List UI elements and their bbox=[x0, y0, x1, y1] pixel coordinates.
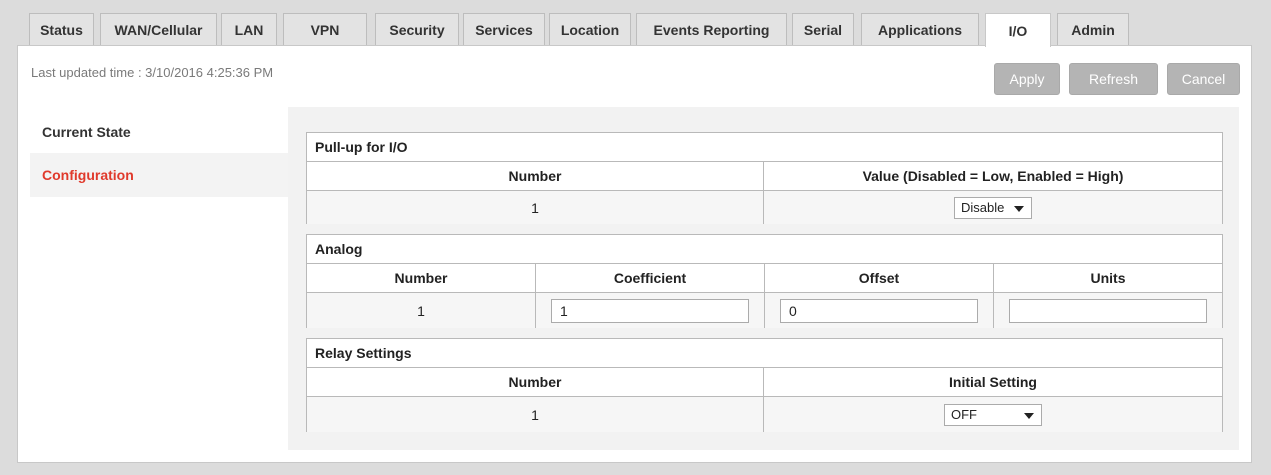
analog-offset-cell: 0 bbox=[765, 293, 994, 328]
analog-units-cell bbox=[994, 293, 1222, 328]
col-header-number: Number bbox=[307, 162, 764, 190]
pullup-value-select[interactable]: Disable bbox=[954, 196, 1032, 219]
sidebar-item-current-state[interactable]: Current State bbox=[30, 111, 288, 153]
apply-button[interactable]: Apply bbox=[994, 63, 1060, 95]
sidebar-item-configuration[interactable]: Configuration bbox=[30, 153, 288, 197]
tab-events-reporting[interactable]: Events Reporting bbox=[636, 13, 787, 45]
pullup-number-cell: 1 bbox=[307, 191, 764, 224]
relay-initial-selected: OFF bbox=[951, 407, 977, 422]
tab-serial[interactable]: Serial bbox=[792, 13, 854, 45]
col-header-coefficient: Coefficient bbox=[536, 264, 765, 292]
table-row: 1 OFF bbox=[307, 397, 1222, 432]
last-updated-text: Last updated time : 3/10/2016 4:25:36 PM bbox=[31, 65, 274, 80]
tab-applications[interactable]: Applications bbox=[861, 13, 979, 45]
analog-number-cell: 1 bbox=[307, 293, 536, 328]
col-header-number: Number bbox=[307, 264, 536, 292]
col-header-offset: Offset bbox=[765, 264, 994, 292]
units-input[interactable] bbox=[1009, 298, 1207, 323]
main-panel: Last updated time : 3/10/2016 4:25:36 PM… bbox=[17, 45, 1252, 463]
relay-initial-select[interactable]: OFF bbox=[944, 403, 1042, 426]
col-header-initial-setting: Initial Setting bbox=[949, 374, 1037, 390]
tab-location[interactable]: Location bbox=[549, 13, 631, 45]
table-row: 1 1 0 bbox=[307, 293, 1222, 328]
cancel-button[interactable]: Cancel bbox=[1167, 63, 1240, 95]
chevron-down-icon bbox=[1014, 205, 1024, 212]
table-header-row: Number Coefficient Offset Units bbox=[307, 264, 1222, 293]
tab-lan[interactable]: LAN bbox=[221, 13, 277, 45]
pullup-title: Pull-up for I/O bbox=[307, 133, 1222, 162]
pullup-section: Pull-up for I/O Number Value (Disabled =… bbox=[306, 132, 1223, 224]
pullup-value-cell: Disable bbox=[764, 191, 1222, 224]
tab-vpn[interactable]: VPN bbox=[283, 13, 367, 45]
refresh-button[interactable]: Refresh bbox=[1069, 63, 1158, 95]
config-content: Pull-up for I/O Number Value (Disabled =… bbox=[288, 107, 1239, 450]
tab-wan-cellular[interactable]: WAN/Cellular bbox=[100, 13, 217, 45]
table-header-row: Number Value (Disabled = Low, Enabled = … bbox=[307, 162, 1222, 191]
tab-admin[interactable]: Admin bbox=[1057, 13, 1129, 45]
analog-coefficient-cell: 1 bbox=[536, 293, 765, 328]
col-header-value: Value (Disabled = Low, Enabled = High) bbox=[862, 168, 1124, 184]
col-header-units: Units bbox=[1090, 270, 1126, 286]
analog-section: Analog Number Coefficient Offset Units 1… bbox=[306, 234, 1223, 328]
pullup-value-selected: Disable bbox=[961, 200, 1005, 215]
tab-io[interactable]: I/O bbox=[985, 13, 1051, 47]
table-row: 1 Disable bbox=[307, 191, 1222, 224]
tab-services[interactable]: Services bbox=[463, 13, 545, 45]
relay-initial-cell: OFF bbox=[764, 397, 1222, 432]
relay-section: Relay Settings Number Initial Setting 1 … bbox=[306, 338, 1223, 432]
chevron-down-icon bbox=[1024, 412, 1034, 419]
tab-security[interactable]: Security bbox=[375, 13, 459, 45]
table-header-row: Number Initial Setting bbox=[307, 368, 1222, 397]
offset-input[interactable]: 0 bbox=[780, 298, 978, 323]
coefficient-input[interactable]: 1 bbox=[551, 298, 749, 323]
tab-status[interactable]: Status bbox=[29, 13, 94, 45]
analog-title: Analog bbox=[307, 235, 1222, 264]
relay-number-cell: 1 bbox=[307, 397, 764, 432]
col-header-number: Number bbox=[307, 368, 764, 396]
relay-title: Relay Settings bbox=[307, 339, 1222, 368]
